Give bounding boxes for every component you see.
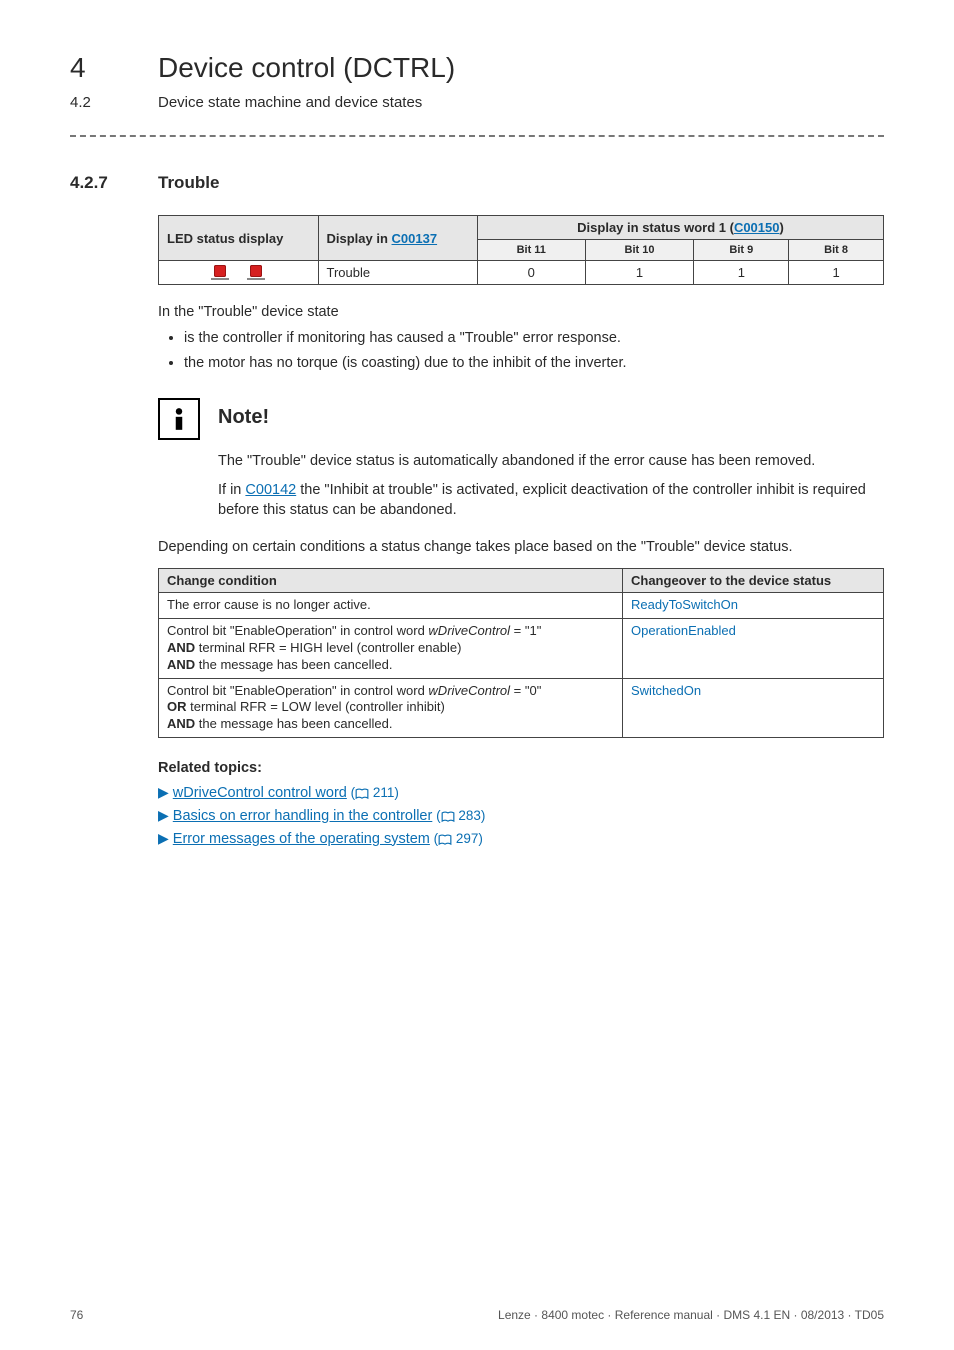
intro-para: In the "Trouble" device state	[158, 303, 884, 323]
list-item: the motor has no torque (is coasting) du…	[184, 354, 884, 374]
list-item: ▶ Error messages of the operating system…	[158, 830, 884, 847]
chapter-number: 4	[70, 52, 158, 84]
bit10-value: 1	[585, 261, 694, 285]
th-status-word: Display in status word 1 (C00150)	[478, 216, 884, 240]
led-red-icon	[250, 265, 262, 277]
cond-r3: Control bit "EnableOperation" in control…	[159, 678, 623, 738]
table-row: Trouble 0 1 1 1	[159, 261, 884, 285]
arrow-icon: ▶	[158, 830, 169, 847]
link-c00142[interactable]: C00142	[245, 482, 296, 498]
note-p2: If in C00142 the "Inhibit at trouble" is…	[218, 481, 884, 520]
table-row: Control bit "EnableOperation" in control…	[159, 618, 884, 678]
subsection-title: Trouble	[158, 173, 219, 193]
book-icon	[355, 786, 369, 801]
bit9-value: 1	[694, 261, 789, 285]
th-led: LED status display	[159, 216, 319, 261]
cond-r2: Control bit "EnableOperation" in control…	[159, 618, 623, 678]
table-row: The error cause is no longer active. Rea…	[159, 592, 884, 618]
link-switchedon[interactable]: SwitchedOn	[631, 683, 701, 698]
th-display-in: Display in C00137	[318, 216, 478, 261]
th-changeover: Changeover to the device status	[623, 568, 884, 592]
th-bit10: Bit 10	[585, 240, 694, 261]
chapter-title: Device control (DCTRL)	[158, 52, 455, 84]
table-row: Control bit "EnableOperation" in control…	[159, 678, 884, 738]
info-icon	[158, 398, 200, 440]
th-bit11: Bit 11	[478, 240, 586, 261]
note-p1: The "Trouble" device status is automatic…	[218, 452, 884, 472]
related-link-2[interactable]: Error messages of the operating system	[173, 831, 430, 847]
section-title: Device state machine and device states	[158, 94, 422, 111]
note-block: Note!	[158, 398, 884, 440]
divider	[70, 135, 884, 137]
page-number: 76	[70, 1308, 83, 1322]
bit8-value: 1	[789, 261, 884, 285]
related-link-1[interactable]: Basics on error handling in the controll…	[173, 808, 433, 824]
note-title: Note!	[218, 406, 269, 429]
footer-meta: Lenze · 8400 motec · Reference manual · …	[498, 1308, 884, 1322]
book-icon	[438, 832, 452, 847]
book-icon	[441, 809, 455, 824]
page-footer: 76 Lenze · 8400 motec · Reference manual…	[70, 1308, 884, 1322]
page-ref[interactable]: 211	[373, 785, 395, 800]
list-item: ▶ wDriveControl control word ( 211)	[158, 784, 884, 801]
th-bit9: Bit 9	[694, 240, 789, 261]
subsection-number: 4.2.7	[70, 173, 158, 193]
link-c00150[interactable]: C00150	[734, 220, 780, 235]
related-title: Related topics:	[158, 760, 884, 776]
status-display-table: LED status display Display in C00137 Dis…	[158, 215, 884, 285]
arrow-icon: ▶	[158, 784, 169, 801]
between-para: Depending on certain conditions a status…	[158, 538, 884, 558]
link-c00137[interactable]: C00137	[392, 231, 438, 246]
page-ref[interactable]: 297	[456, 831, 479, 846]
link-operationenabled[interactable]: OperationEnabled	[631, 623, 736, 638]
arrow-icon: ▶	[158, 807, 169, 824]
link-readytoswitchon[interactable]: ReadyToSwitchOn	[631, 597, 738, 612]
list-item: ▶ Basics on error handling in the contro…	[158, 807, 884, 824]
led-cell	[159, 261, 319, 285]
related-list: ▶ wDriveControl control word ( 211) ▶ Ba…	[158, 784, 884, 847]
page-ref[interactable]: 283	[458, 808, 481, 823]
cond-r1: The error cause is no longer active.	[159, 592, 623, 618]
th-bit8: Bit 8	[789, 240, 884, 261]
th-change-condition: Change condition	[159, 568, 623, 592]
bit11-value: 0	[478, 261, 586, 285]
related-link-0[interactable]: wDriveControl control word	[173, 785, 347, 801]
state-name: Trouble	[318, 261, 478, 285]
section-number: 4.2	[70, 94, 158, 111]
list-item: is the controller if monitoring has caus…	[184, 329, 884, 349]
led-red-icon	[214, 265, 226, 277]
change-condition-table: Change condition Changeover to the devic…	[158, 568, 884, 738]
